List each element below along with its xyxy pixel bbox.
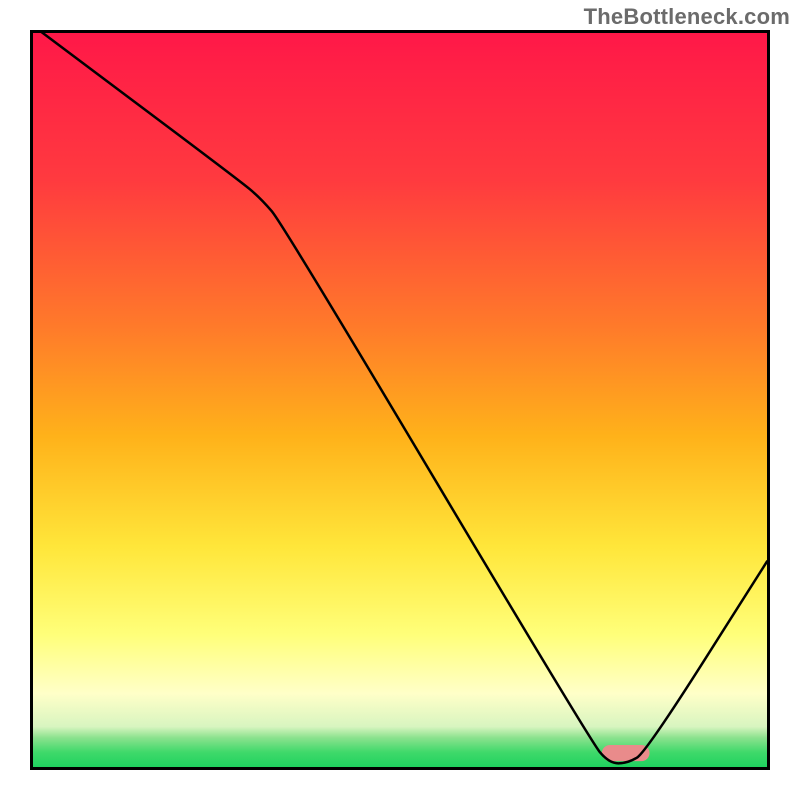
plot-area (30, 30, 770, 770)
chart-frame: TheBottleneck.com (0, 0, 800, 800)
gradient-background (33, 33, 767, 767)
bottleneck-chart (33, 33, 767, 767)
watermark-text: TheBottleneck.com (584, 4, 790, 30)
